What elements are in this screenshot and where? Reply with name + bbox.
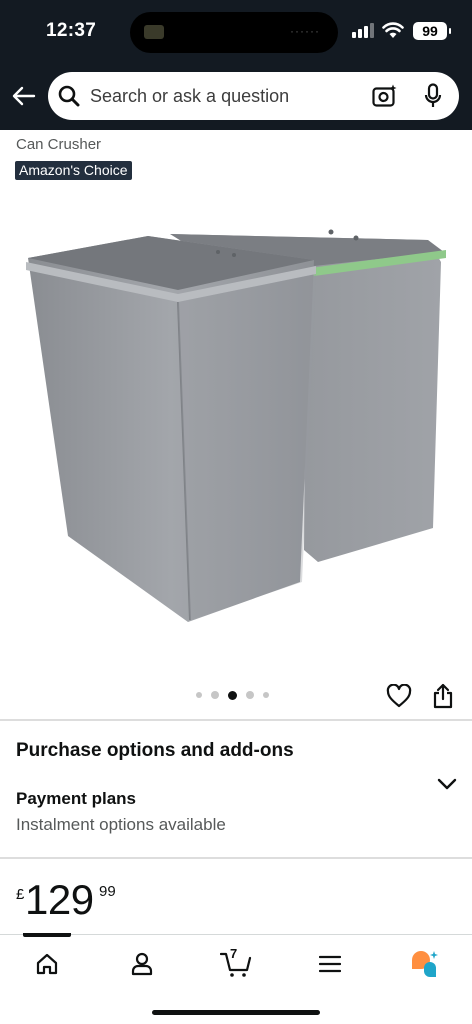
island-dots: ······ (290, 24, 320, 38)
carousel-dot[interactable] (196, 692, 202, 698)
payment-plans-title[interactable]: Payment plans (16, 789, 136, 809)
carousel-dot[interactable] (211, 691, 219, 699)
price-fraction: 99 (99, 883, 116, 900)
amazons-choice-badge: Amazon's Choice (15, 161, 132, 180)
cart-count-badge: 7 (230, 946, 238, 961)
section-divider (0, 857, 472, 859)
nav-home[interactable] (31, 949, 63, 979)
wifi-icon (382, 22, 404, 38)
camera-search-icon[interactable] (372, 84, 398, 108)
nav-rufus[interactable] (409, 949, 441, 979)
price-whole: 129 (25, 876, 94, 923)
back-button[interactable] (10, 82, 38, 110)
battery-indicator: 99 (413, 22, 451, 40)
product-title: Can Crusher (16, 136, 102, 153)
image-carousel-dots[interactable] (196, 689, 280, 701)
top-header: 12:37 ······ 99 (0, 0, 472, 130)
price-currency: £ (16, 886, 25, 903)
home-indicator[interactable] (152, 1010, 320, 1015)
nav-account[interactable] (126, 949, 158, 979)
rufus-assistant-icon (412, 951, 438, 977)
search-icon (58, 85, 80, 107)
nav-cart[interactable]: 7 (219, 946, 253, 979)
active-tab-indicator (23, 933, 71, 937)
search-bar[interactable] (48, 72, 459, 120)
menu-icon (319, 955, 341, 973)
carousel-dot-active[interactable] (228, 690, 237, 700)
home-icon (36, 953, 58, 975)
product-image[interactable] (18, 210, 454, 640)
island-preview-icon (144, 25, 164, 39)
cellular-signal-icon (352, 22, 374, 38)
back-arrow-icon (12, 86, 36, 106)
chevron-down-icon[interactable] (436, 776, 458, 792)
share-icon[interactable] (432, 683, 454, 709)
purchase-options-title: Purchase options and add-ons (16, 740, 294, 761)
microphone-icon[interactable] (424, 83, 442, 109)
carousel-dot[interactable] (263, 692, 269, 698)
dynamic-island: ······ (130, 12, 338, 53)
section-divider (0, 719, 472, 721)
search-input[interactable] (90, 80, 360, 112)
carousel-dot[interactable] (246, 691, 254, 699)
wishlist-heart-icon[interactable] (386, 684, 412, 708)
payment-plans-subtitle: Instalment options available (16, 815, 226, 834)
nav-menu[interactable] (314, 949, 346, 979)
status-time: 12:37 (46, 20, 97, 41)
account-icon (131, 952, 153, 976)
